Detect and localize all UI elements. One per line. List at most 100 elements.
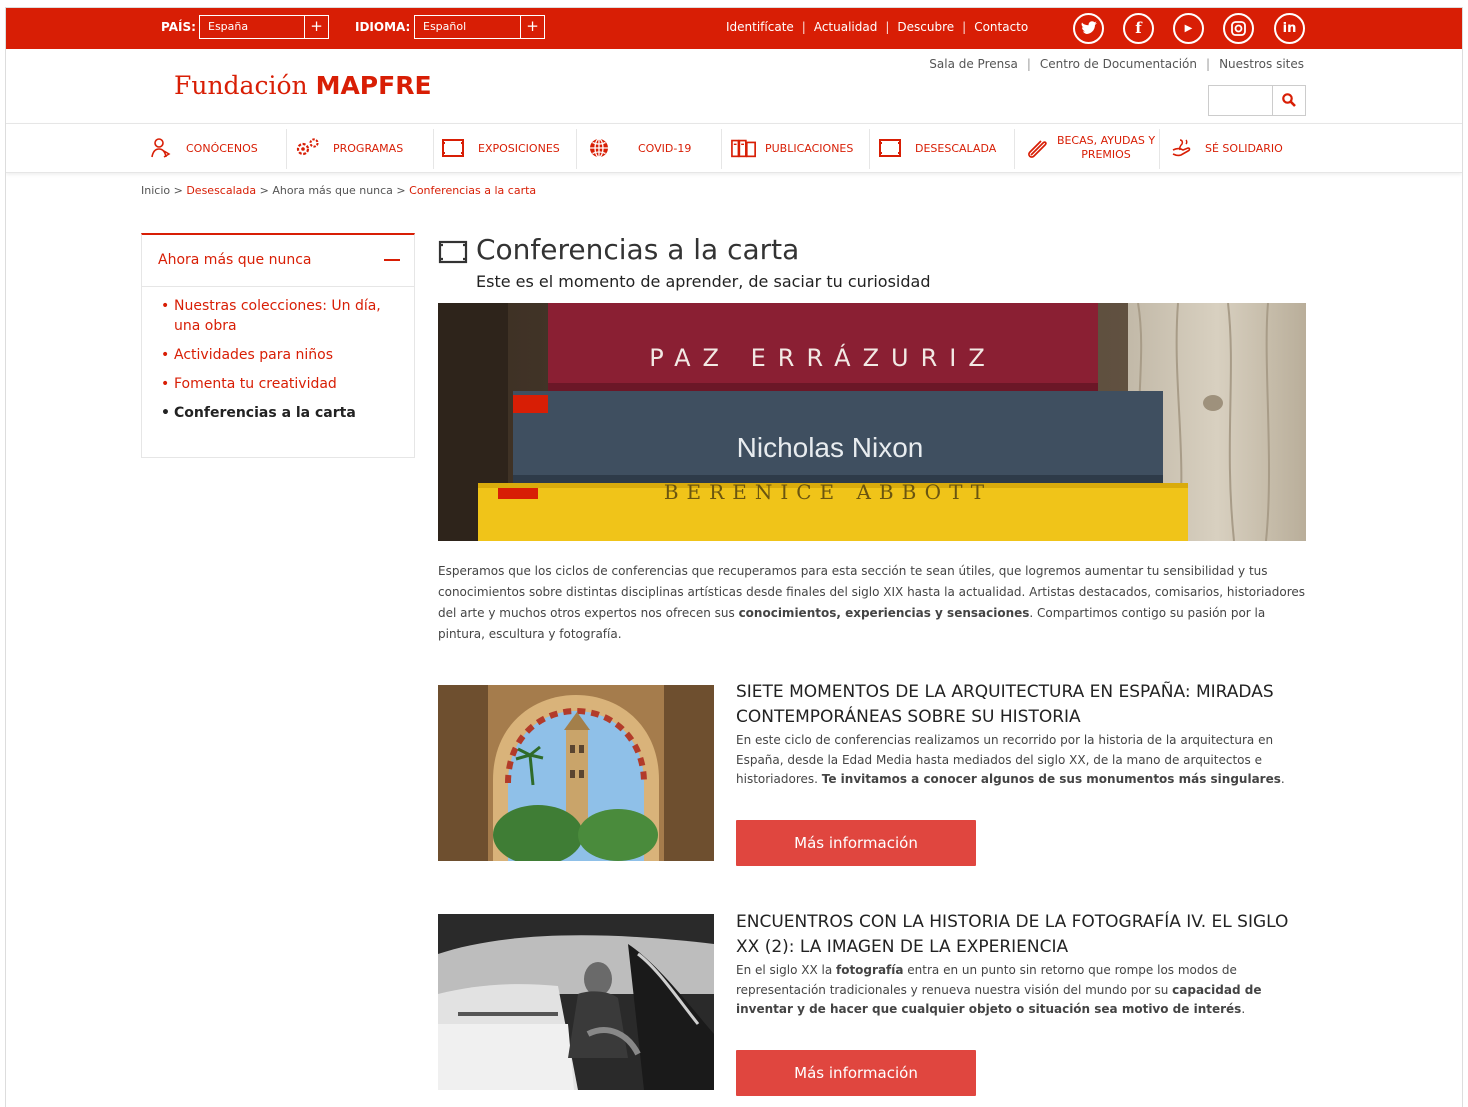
sidebar: Ahora más que nunca Nuestras colecciones… [141,233,415,458]
hero-image: PAZ ERRÁZURIZ Nicholas Nixon BERENICE AB… [438,303,1306,541]
login-link[interactable]: Identifícate [726,20,794,34]
search-icon [1282,93,1296,107]
more-info-button[interactable]: Más información [736,820,976,866]
nav-label: SÉ SOLIDARIO [1205,141,1283,155]
card-text-bold: fotografía [835,963,904,977]
card-title-architecture[interactable]: SIETE MOMENTOS DE LA ARQUITECTURA EN ESP… [736,680,1306,730]
card-text-part: En el siglo XX la [736,963,836,977]
nav-desescalada[interactable]: DESESCALADA [877,124,996,172]
people-icon [148,137,174,159]
card-text-photography: En el siglo XX la fotografía entra en un… [736,961,1306,1020]
nav-divider [1014,129,1015,169]
collapse-icon[interactable] [384,259,400,261]
separator: | [801,20,806,34]
frame-icon [440,137,466,159]
frame-icon [438,240,468,264]
page-title: Conferencias a la carta [476,233,800,266]
breadcrumb: Inicio > Desescalada > Ahora más que nun… [141,184,536,197]
logo-brand: MAPFRE [315,71,432,100]
language-value: Español [423,20,467,33]
sidebar-header[interactable]: Ahora más que nunca [142,235,414,287]
search-button[interactable] [1272,86,1305,115]
gears-icon [295,137,321,159]
card-image-photography[interactable] [438,914,714,1090]
search-input[interactable] [1209,86,1273,115]
press-room-link[interactable]: Sala de Prensa [929,57,1018,71]
separator: | [1206,57,1211,71]
twitter-icon[interactable] [1073,13,1104,44]
plus-icon[interactable]: + [520,16,544,38]
hand-icon [1169,137,1195,159]
nav-programas[interactable]: PROGRAMAS [295,124,403,172]
main-nav: CONÓCENOS PROGRAMAS EXPOSICIONES COVID-1… [6,123,1462,173]
our-sites-link[interactable]: Nuestros sites [1219,57,1304,71]
language-label: IDIOMA: [355,20,411,34]
language-select[interactable]: Español + [414,15,545,39]
more-info-button[interactable]: Más información [736,1050,976,1096]
nav-label: EXPOSICIONES [478,141,560,155]
instagram-icon[interactable] [1223,13,1254,44]
nav-publicaciones[interactable]: PUBLICACIONES [731,124,853,172]
linkedin-icon[interactable]: in [1274,13,1305,44]
breadcrumb-separator: > [170,184,187,197]
nav-label: CONÓCENOS [186,141,258,155]
nav-divider [576,129,577,169]
search-box [1208,85,1306,116]
sidebar-item-conferencias[interactable]: Conferencias a la carta [161,403,384,423]
page-subtitle: Este es el momento de aprender, de sacia… [476,272,931,291]
nav-divider [869,129,870,169]
breadcrumb-current: Conferencias a la carta [409,184,537,197]
nav-label: BECAS, AYUDAS Y PREMIOS [1056,134,1156,161]
nav-label: PUBLICACIONES [765,141,854,155]
separator: | [962,20,967,34]
nav-conocenos[interactable]: CONÓCENOS [148,124,258,172]
nav-label: COVID-19 [638,141,692,155]
country-select[interactable]: España + [199,15,329,39]
country-label: PAÍS: [161,20,196,34]
nav-divider [721,129,722,169]
country-value: España [208,20,249,33]
sidebar-list: Nuestras colecciones: Un día, una obra A… [142,287,414,423]
intro-text: Esperamos que los ciclos de conferencias… [438,561,1308,645]
sidebar-heading: Ahora más que nunca [158,252,312,268]
card-image-architecture[interactable] [438,685,714,861]
news-link[interactable]: Actualidad [814,20,878,34]
separator: | [1026,57,1031,71]
nav-label: DESESCALADA [915,141,997,155]
page-frame: PAÍS: España + IDIOMA: Español + Identif… [5,7,1463,1107]
nav-solidario[interactable]: SÉ SOLIDARIO [1169,124,1283,172]
card-text-part: . [1241,1002,1246,1016]
header-links: Sala de Prensa | Centro de Documentación | N… [929,57,1304,71]
breadcrumb-separator: > [392,184,410,197]
nav-covid[interactable]: COVID-19 [586,124,691,172]
breadcrumb-ahora[interactable]: Ahora más que nunca [272,184,393,197]
logo[interactable]: Fundación MAPFRE [174,71,432,100]
documentation-link[interactable]: Centro de Documentación [1040,57,1197,71]
nav-label: PROGRAMAS [333,141,404,155]
nav-exposiciones[interactable]: EXPOSICIONES [440,124,560,172]
breadcrumb-home[interactable]: Inicio [141,184,170,197]
paperclip-icon [1024,137,1050,159]
hero-book-1: PAZ ERRÁZURIZ [649,343,997,372]
nav-divider [1159,129,1160,169]
breadcrumb-separator: > [256,184,273,197]
nav-divider [286,129,287,169]
sidebar-item-creatividad[interactable]: Fomenta tu creatividad [161,374,384,394]
frame-icon [877,137,903,159]
facebook-icon[interactable]: f [1123,13,1154,44]
nav-becas[interactable]: BECAS, AYUDAS Y PREMIOS [1024,124,1158,172]
hero-book-2: Nicholas Nixon [737,432,924,463]
plus-icon[interactable]: + [304,16,328,38]
breadcrumb-desescalada[interactable]: Desescalada [186,184,256,197]
top-links: Identifícate | Actualidad | Descubre | Contact… [726,20,1028,34]
discover-link[interactable]: Descubre [897,20,954,34]
sidebar-item-colecciones[interactable]: Nuestras colecciones: Un día, una obra [161,296,384,336]
logo-text: Fundación [174,71,316,100]
youtube-icon[interactable]: ▶ [1173,13,1204,44]
card-title-photography[interactable]: ENCUENTROS CON LA HISTORIA DE LA FOTOGRA… [736,910,1306,960]
sidebar-item-actividades[interactable]: Actividades para niños [161,345,384,365]
hero-book-3: BERENICE ABBOTT [664,480,992,504]
card-text-architecture: En este ciclo de conferencias realizamos… [736,731,1306,790]
contact-link[interactable]: Contacto [974,20,1028,34]
globe-icon [586,137,612,159]
